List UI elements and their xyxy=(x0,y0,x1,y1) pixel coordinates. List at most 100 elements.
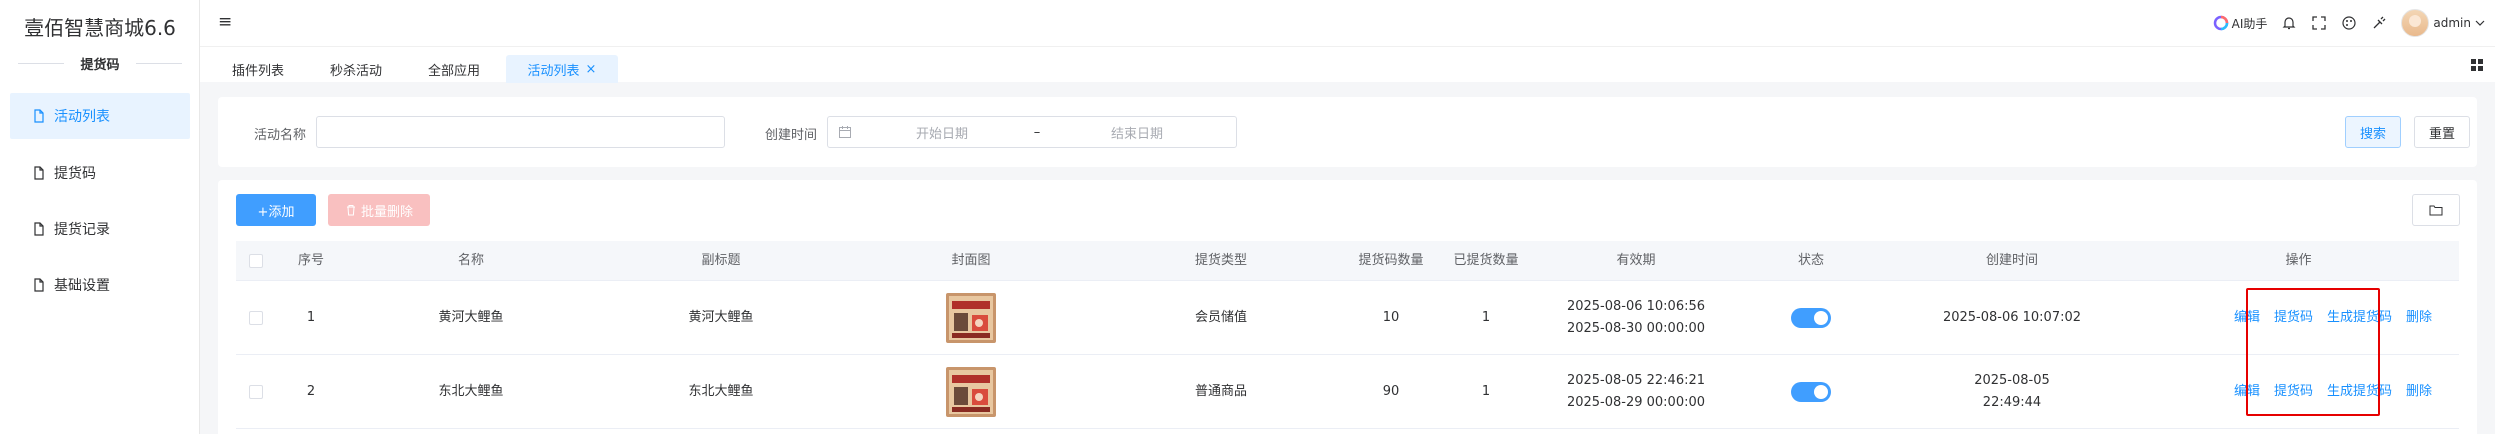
row-validity: 2025-08-05 22:46:21 2025-08-29 00:00:00 xyxy=(1536,355,1736,428)
avatar xyxy=(2401,9,2430,37)
grid-icon[interactable] xyxy=(2469,57,2485,73)
validity-end: 2025-08-29 00:00:00 xyxy=(1566,394,1706,410)
search-panel: 活动名称 创建时间 开始日期 – 结束日期 搜索 重置 xyxy=(218,97,2477,167)
tab-flash-sale[interactable]: 秒杀活动 xyxy=(316,55,396,83)
tab-label: 全部应用 xyxy=(427,63,480,79)
column-header: 序号 xyxy=(297,252,324,268)
palette-icon[interactable] xyxy=(2341,15,2357,31)
created-line1: 2025-08-05 xyxy=(1974,372,2050,388)
row-type: 普通商品 xyxy=(1194,383,1247,399)
column-header: 创建时间 xyxy=(1985,252,2038,268)
cover-image[interactable] xyxy=(946,292,996,343)
tab-all-apps[interactable]: 全部应用 xyxy=(414,55,494,83)
row-picked-count: 1 xyxy=(1481,383,1491,399)
delete-link[interactable]: 删除 xyxy=(2406,307,2432,329)
trash-icon xyxy=(346,205,355,216)
tab-label: 秒杀活动 xyxy=(329,63,382,79)
tabs-bar: 插件列表 秒杀活动 全部应用 活动列表 × xyxy=(200,46,2495,83)
sidebar: 壹佰智慧商城6.6 提货码 活动列表 提货码 提货记录 基础设置 xyxy=(0,0,200,434)
select-all-checkbox[interactable] xyxy=(249,253,263,268)
document-icon xyxy=(34,166,44,180)
created-line2: 22:49:44 xyxy=(1982,394,2042,410)
row-name: 黄河大鲤鱼 xyxy=(438,309,504,325)
sidebar-item-label: 提货码 xyxy=(54,166,96,182)
delete-link[interactable]: 删除 xyxy=(2406,381,2432,403)
document-icon xyxy=(34,278,44,292)
row-code-count: 90 xyxy=(1382,383,1400,399)
ai-assistant-button[interactable]: AI助手 xyxy=(2213,15,2268,32)
row-checkbox[interactable] xyxy=(249,384,263,399)
tab-plugin-list[interactable]: 插件列表 xyxy=(218,55,298,83)
row-checkbox[interactable] xyxy=(249,310,263,325)
status-toggle[interactable] xyxy=(1791,307,1831,328)
divider xyxy=(136,63,182,64)
column-header: 已提货数量 xyxy=(1453,252,1519,268)
document-icon xyxy=(34,109,44,123)
sidebar-item-pickup-records[interactable]: 提货记录 xyxy=(10,206,190,252)
created-line1: 2025-08-06 10:07:02 xyxy=(1942,309,2082,325)
user-menu[interactable]: admin xyxy=(2401,9,2485,37)
hamburger-icon[interactable]: ≡ xyxy=(218,12,232,32)
column-header: 副标题 xyxy=(701,252,741,268)
row-status-cell xyxy=(1736,355,1886,428)
clear-cache-icon[interactable] xyxy=(2371,15,2387,31)
tab-label: 插件列表 xyxy=(231,63,284,79)
row-code-count: 10 xyxy=(1382,309,1400,325)
status-toggle[interactable] xyxy=(1791,381,1831,402)
row-index: 2 xyxy=(306,383,316,399)
column-header: 名称 xyxy=(457,252,484,268)
folder-icon xyxy=(2429,205,2443,216)
user-name: admin xyxy=(2433,16,2471,30)
bell-icon[interactable] xyxy=(2281,15,2297,31)
validity-start: 2025-08-06 10:06:56 xyxy=(1566,298,1706,314)
row-subtitle: 东北大鲤鱼 xyxy=(688,383,754,399)
row-validity: 2025-08-06 10:06:56 2025-08-30 00:00:00 xyxy=(1536,281,1736,354)
search-button[interactable]: 搜索 xyxy=(2345,116,2401,148)
sidebar-item-label: 基础设置 xyxy=(54,278,110,294)
batch-delete-button[interactable]: 批量删除 xyxy=(328,194,430,226)
column-header: 封面图 xyxy=(951,252,991,268)
calendar-icon xyxy=(839,126,851,138)
start-date-placeholder: 开始日期 xyxy=(915,126,968,142)
ai-logo-icon xyxy=(2213,15,2228,31)
tab-activity-list[interactable]: 活动列表 × xyxy=(506,55,618,83)
add-button[interactable]: +添加 xyxy=(236,194,316,226)
tab-label: 活动列表 xyxy=(527,63,580,79)
table-header: 序号 名称 副标题 封面图 提货类型 提货码数量 已提货数量 有效期 状态 创建… xyxy=(236,241,2459,281)
sidebar-item-pickup-code[interactable]: 提货码 xyxy=(10,150,190,196)
batch-delete-label: 批量删除 xyxy=(360,204,413,220)
row-select-cell xyxy=(236,355,276,428)
folder-button[interactable] xyxy=(2412,194,2460,226)
fullscreen-icon[interactable] xyxy=(2311,15,2327,31)
row-picked-count: 1 xyxy=(1481,309,1491,325)
table-row: 1 黄河大鲤鱼 黄河大鲤鱼 会员储值 10 1 2025-08-06 10:06… xyxy=(236,281,2459,355)
column-header: 提货码数量 xyxy=(1358,252,1424,268)
row-cover-cell xyxy=(846,281,1096,354)
top-header: ≡ AI助手 admin xyxy=(200,0,2495,46)
sidebar-item-label: 提货记录 xyxy=(54,222,110,238)
close-icon[interactable]: × xyxy=(586,62,597,77)
sidebar-item-basic-settings[interactable]: 基础设置 xyxy=(10,262,190,308)
brand-title: 壹佰智慧商城6.6 xyxy=(24,16,176,40)
create-time-label: 创建时间 xyxy=(765,128,818,143)
select-all-cell xyxy=(236,241,276,280)
ai-assistant-label: AI助手 xyxy=(2231,16,2268,31)
sidebar-item-activity-list[interactable]: 活动列表 xyxy=(10,93,190,139)
row-index: 1 xyxy=(306,309,316,325)
reset-button[interactable]: 重置 xyxy=(2414,116,2470,148)
validity-start: 2025-08-05 22:46:21 xyxy=(1566,372,1706,388)
column-header: 操作 xyxy=(2285,252,2312,268)
activity-name-input[interactable] xyxy=(316,116,725,148)
date-range-picker[interactable]: 开始日期 – 结束日期 xyxy=(827,116,1237,148)
document-icon xyxy=(34,222,44,236)
highlight-box xyxy=(2246,288,2380,416)
row-status-cell xyxy=(1736,281,1886,354)
row-select-cell xyxy=(236,281,276,354)
activity-name-label: 活动名称 xyxy=(254,128,307,143)
row-created: 2025-08-05 22:49:44 xyxy=(1886,355,2138,428)
column-header: 提货类型 xyxy=(1194,252,1247,268)
column-header: 状态 xyxy=(1797,252,1824,268)
row-subtitle: 黄河大鲤鱼 xyxy=(688,309,754,325)
cover-image[interactable] xyxy=(946,366,996,417)
table-row: 2 东北大鲤鱼 东北大鲤鱼 普通商品 90 1 2025-08-05 22:46… xyxy=(236,355,2459,429)
